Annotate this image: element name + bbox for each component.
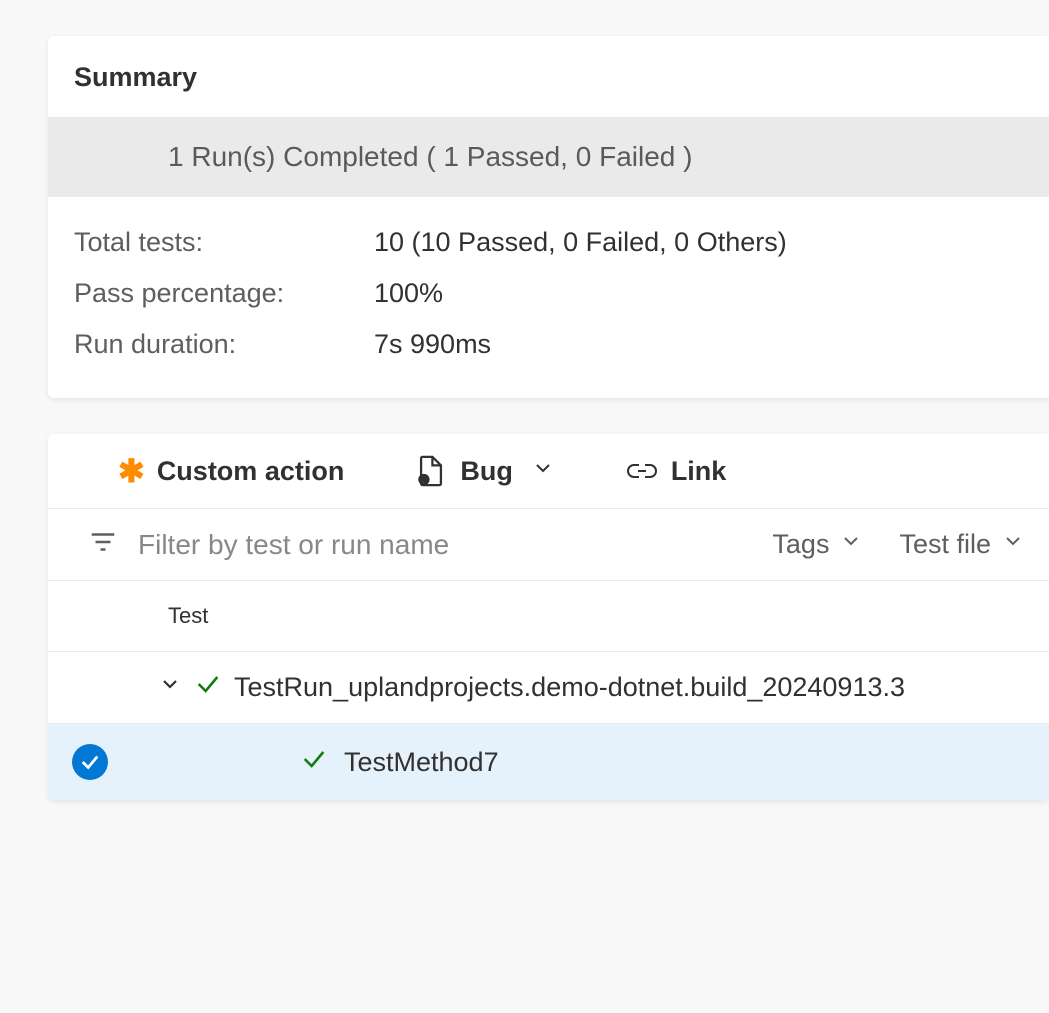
- asterisk-icon: ✱: [118, 455, 145, 487]
- checked-circle-icon[interactable]: [72, 744, 108, 780]
- stat-total-tests: Total tests: 10 (10 Passed, 0 Failed, 0 …: [74, 217, 1023, 268]
- test-file-dropdown[interactable]: Test file: [891, 529, 1033, 560]
- stat-run-duration: Run duration: 7s 990ms: [74, 319, 1023, 370]
- tests-panel: ✱ Custom action ! Bug: [48, 434, 1049, 800]
- bug-file-icon: !: [414, 454, 448, 488]
- bug-button[interactable]: ! Bug: [414, 454, 554, 488]
- test-run-row[interactable]: TestRun_uplandprojects.demo-dotnet.build…: [48, 652, 1049, 724]
- stat-value: 10 (10 Passed, 0 Failed, 0 Others): [374, 227, 787, 258]
- chevron-down-icon: [839, 529, 863, 560]
- link-icon: [625, 461, 659, 481]
- test-run-name: TestRun_uplandprojects.demo-dotnet.build…: [234, 672, 905, 703]
- link-button[interactable]: Link: [625, 456, 727, 487]
- bug-label: Bug: [460, 456, 512, 487]
- svg-text:!: !: [423, 475, 426, 485]
- tags-dropdown[interactable]: Tags: [764, 529, 871, 560]
- stat-value: 7s 990ms: [374, 329, 491, 360]
- custom-action-button[interactable]: ✱ Custom action: [118, 455, 344, 487]
- chevron-down-icon: [1001, 529, 1025, 560]
- tags-label: Tags: [772, 529, 829, 560]
- stat-label: Total tests:: [74, 227, 374, 258]
- toolbar: ✱ Custom action ! Bug: [48, 434, 1049, 509]
- summary-card: Summary 1 Run(s) Completed ( 1 Passed, 0…: [48, 36, 1049, 398]
- filter-icon: [88, 527, 118, 562]
- check-icon: [300, 745, 328, 780]
- filter-bar: Tags Test file: [48, 509, 1049, 581]
- check-icon: [194, 670, 222, 705]
- link-label: Link: [671, 456, 727, 487]
- test-row-selected[interactable]: TestMethod7: [48, 724, 1049, 800]
- stat-pass-percentage: Pass percentage: 100%: [74, 268, 1023, 319]
- stat-label: Pass percentage:: [74, 278, 374, 309]
- test-file-label: Test file: [899, 529, 991, 560]
- column-header-test[interactable]: Test: [48, 581, 1049, 652]
- custom-action-label: Custom action: [157, 456, 345, 487]
- stat-label: Run duration:: [74, 329, 374, 360]
- summary-title: Summary: [48, 36, 1049, 117]
- chevron-down-icon[interactable]: [158, 672, 182, 703]
- chevron-down-icon: [531, 456, 555, 487]
- runs-completed-banner: 1 Run(s) Completed ( 1 Passed, 0 Failed …: [48, 117, 1049, 197]
- summary-stats: Total tests: 10 (10 Passed, 0 Failed, 0 …: [48, 197, 1049, 398]
- test-name: TestMethod7: [344, 747, 499, 778]
- filter-input[interactable]: [138, 529, 744, 561]
- stat-value: 100%: [374, 278, 443, 309]
